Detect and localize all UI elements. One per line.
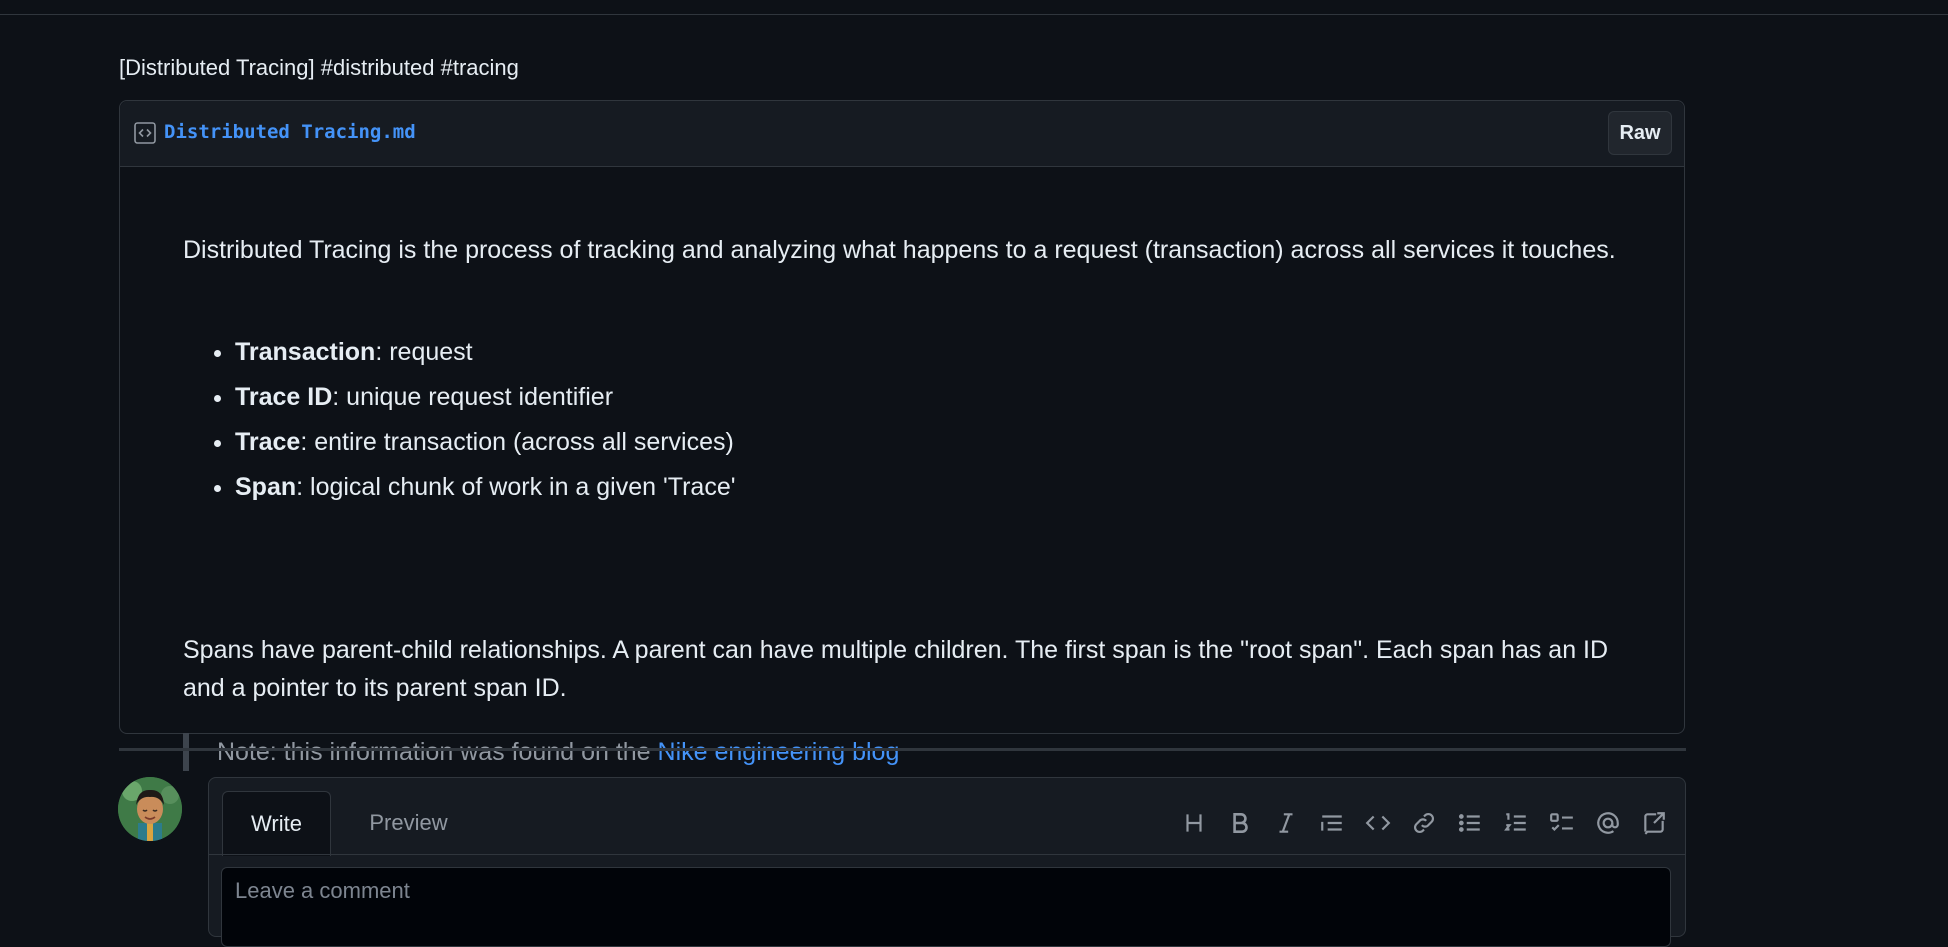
term: Span <box>235 473 297 501</box>
list-item: Span: logical chunk of work in a given '… <box>235 468 736 513</box>
term-description: : entire transaction (across all service… <box>300 428 734 456</box>
intro-paragraph: Distributed Tracing is the process of tr… <box>183 236 1616 264</box>
tabs-divider <box>209 854 1685 855</box>
code-icon[interactable] <box>1355 806 1401 840</box>
term: Trace <box>235 428 301 456</box>
timeline-separator <box>119 748 1686 751</box>
comment-input[interactable] <box>221 867 1671 947</box>
unordered-list-icon[interactable] <box>1447 806 1493 840</box>
heading-icon[interactable] <box>1171 806 1217 840</box>
mention-icon[interactable] <box>1585 806 1631 840</box>
file-name-link[interactable]: Distributed Tracing.md <box>164 121 416 143</box>
nike-blog-link[interactable]: Nike engineering blog <box>658 738 900 766</box>
file-box: Distributed Tracing.md Raw Distributed T… <box>119 100 1685 771</box>
definition-list: Transaction: request Trace ID: unique re… <box>183 333 736 513</box>
task-list-icon[interactable] <box>1539 806 1585 840</box>
list-item: Trace: entire transaction (across all se… <box>235 423 736 468</box>
quote-icon[interactable] <box>1309 806 1355 840</box>
ordered-list-icon[interactable] <box>1493 806 1539 840</box>
list-item: Trace ID: unique request identifier <box>235 378 736 423</box>
avatar[interactable] <box>118 777 182 841</box>
raw-button[interactable]: Raw <box>1608 111 1672 155</box>
header-border <box>0 0 1948 15</box>
reference-icon[interactable] <box>1631 806 1677 840</box>
comment-editor: Write Preview <box>208 777 1686 947</box>
term: Transaction <box>235 338 376 366</box>
note-blockquote: Note: this information was found on the … <box>183 733 899 771</box>
term: Trace ID <box>235 383 333 411</box>
spans-paragraph: Spans have parent-child relationships. A… <box>183 636 1609 702</box>
term-description: : unique request identifier <box>332 383 614 411</box>
code-square-icon <box>133 121 157 145</box>
note-text: Note: this information was found on the <box>217 738 658 766</box>
tab-preview[interactable]: Preview <box>351 791 466 854</box>
tab-write[interactable]: Write <box>222 791 331 856</box>
term-description: : request <box>375 338 473 366</box>
bold-icon[interactable] <box>1217 806 1263 840</box>
markdown-toolbar <box>1171 806 1677 840</box>
italic-icon[interactable] <box>1263 806 1309 840</box>
link-icon[interactable] <box>1401 806 1447 840</box>
file-header: Distributed Tracing.md Raw <box>120 101 1684 167</box>
gist-description: [Distributed Tracing] #distributed #trac… <box>119 55 519 80</box>
list-item: Transaction: request <box>235 333 736 378</box>
term-description: : logical chunk of work in a given 'Trac… <box>296 473 736 501</box>
